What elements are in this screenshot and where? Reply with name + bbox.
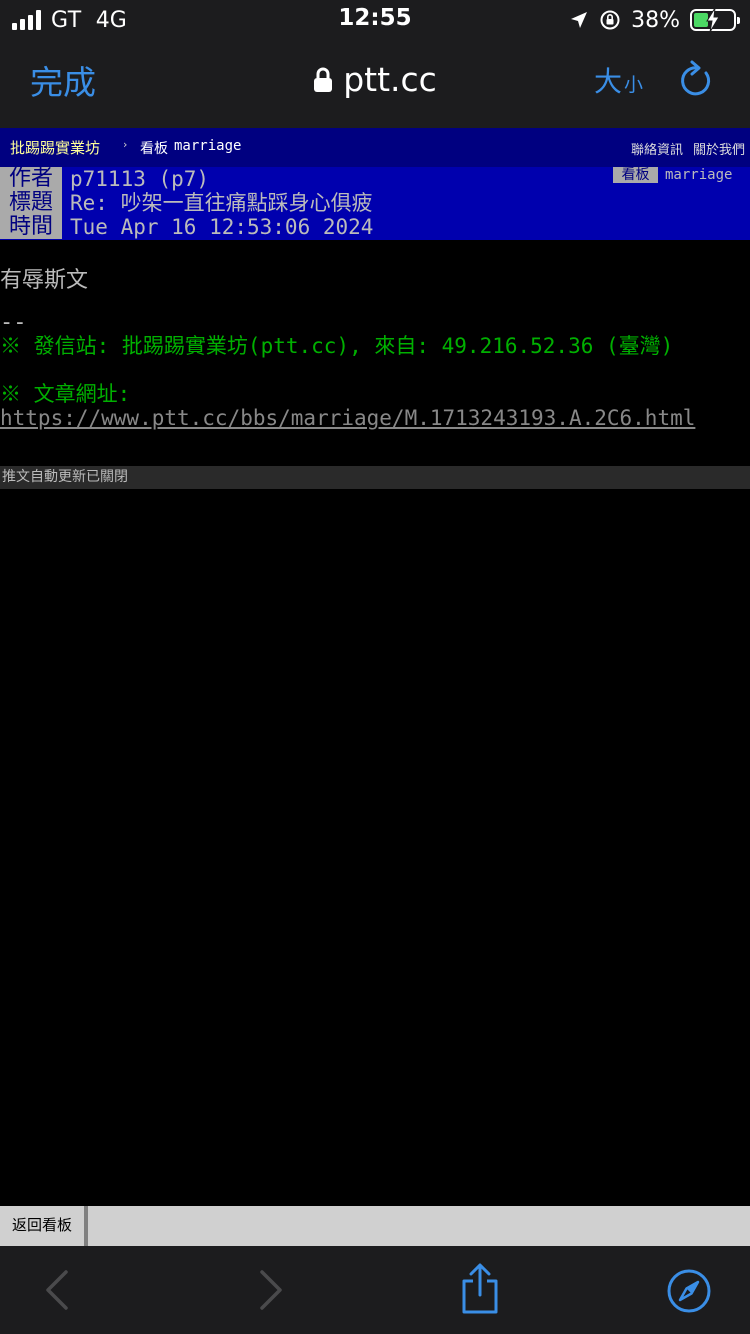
back-arrow-icon[interactable] — [40, 1266, 76, 1314]
title-label: 標題 — [0, 191, 62, 215]
bottom-divider — [84, 1206, 88, 1246]
footer-site-info: ※ 發信站: 批踢踢實業坊(ptt.cc), 來自: 49.216.52.36 … — [0, 334, 674, 358]
reload-icon[interactable] — [678, 59, 714, 99]
time-value: Tue Apr 16 12:53:06 2024 — [70, 215, 374, 239]
status-bar: GT 4G 12:55 38% — [0, 0, 750, 40]
push-status-bar: 推文自動更新已關閉 — [0, 466, 750, 489]
contact-link[interactable]: 聯絡資訊 — [631, 139, 683, 158]
browser-toolbar — [0, 1246, 750, 1334]
back-to-board-button[interactable]: 返回看板 — [0, 1206, 84, 1246]
text-size-button[interactable]: 大小 — [594, 60, 643, 100]
site-home-link[interactable]: 批踢踢實業坊 — [10, 137, 100, 158]
signature-separator: -- — [0, 310, 27, 335]
share-icon[interactable] — [458, 1262, 502, 1316]
text-size-big-label: 大 — [594, 65, 623, 98]
breadcrumb-board-name[interactable]: marriage — [174, 138, 241, 154]
meta-board-label: 看板 — [613, 167, 658, 183]
meta-board-value: marriage — [665, 167, 733, 183]
article-meta: 作者 p71113 (p7) 看板 marriage 標題 Re: 吵架一直往痛… — [0, 167, 750, 240]
about-link[interactable]: 關於我們 — [693, 139, 745, 158]
time-label: 時間 — [0, 215, 62, 239]
lock-icon — [314, 67, 333, 92]
url-text: ptt.cc — [343, 60, 437, 99]
author-label: 作者 — [0, 167, 62, 191]
article-body: 有辱斯文 — [0, 268, 89, 293]
battery-charging-icon — [690, 8, 740, 32]
article-url-link[interactable]: https://www.ptt.cc/bbs/marriage/M.171324… — [0, 406, 750, 430]
battery-percent: 38% — [631, 7, 680, 33]
footer-url-label: ※ 文章網址: — [0, 382, 131, 406]
board-bar: 批踢踢實業坊 › 看板 marriage 聯絡資訊 關於我們 — [0, 128, 750, 167]
title-value: Re: 吵架一直往痛點踩身心俱疲 — [70, 191, 373, 215]
forward-arrow-icon[interactable] — [252, 1266, 288, 1314]
breadcrumb-separator: › — [123, 138, 128, 151]
author-value: p71113 (p7) — [70, 167, 210, 191]
page-bottom-bar: 返回看板 — [0, 1206, 750, 1246]
compass-icon[interactable] — [666, 1268, 712, 1314]
location-icon — [571, 12, 588, 28]
text-size-small-label: 小 — [624, 74, 644, 96]
orientation-lock-icon — [600, 10, 620, 30]
breadcrumb-board-label[interactable]: 看板 — [140, 138, 168, 158]
browser-nav-bar: 完成 ptt.cc 大小 — [0, 40, 750, 128]
